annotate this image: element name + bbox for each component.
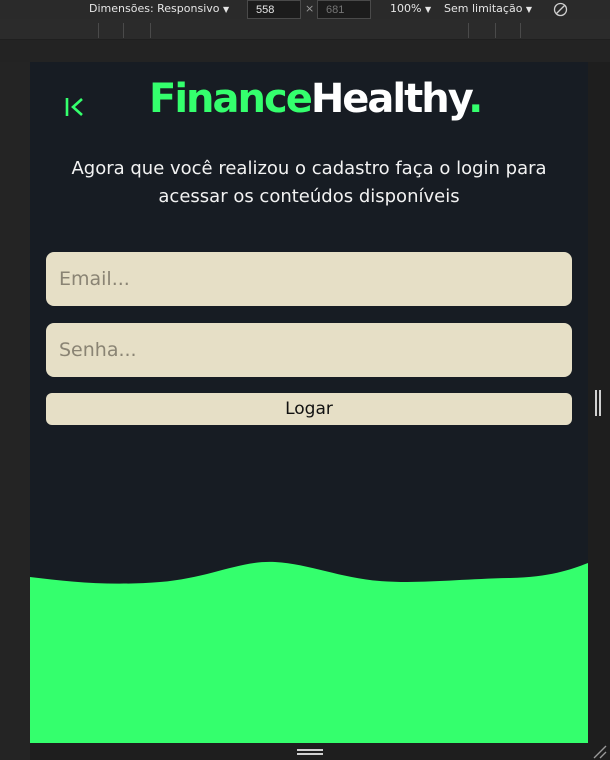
zoom-label: 100%: [390, 2, 422, 15]
ruler-tick: [520, 23, 521, 38]
width-input[interactable]: [247, 0, 301, 19]
logo-finance: Finance: [149, 76, 313, 122]
email-field[interactable]: [46, 252, 572, 306]
back-icon[interactable]: [64, 96, 86, 118]
vertical-resize-handle[interactable]: [595, 390, 601, 416]
logo-dot: .: [468, 76, 483, 122]
password-field[interactable]: [46, 323, 572, 377]
throttle-dropdown[interactable]: Sem limitação ▼: [444, 2, 532, 15]
ruler-tick: [123, 23, 124, 38]
horizontal-resize-handle[interactable]: [297, 749, 323, 755]
ruler-spacer: [0, 40, 610, 62]
logo-healthy: Healthy: [310, 76, 470, 122]
height-input[interactable]: [317, 0, 371, 19]
chevron-down-icon: ▼: [525, 5, 533, 14]
app-viewport: FinanceHealthy. Agora que você realizou …: [30, 62, 588, 743]
ruler-tick: [468, 23, 469, 38]
times-separator: ×: [305, 2, 315, 15]
devtools-toolbar: Dimensões: Responsivo ▼ × 100% ▼ Sem lim…: [0, 0, 610, 19]
page-subtitle: Agora que você realizou o cadastro faça …: [40, 155, 578, 211]
media-query-ruler: [0, 19, 610, 40]
ruler-tick: [98, 23, 99, 38]
rotate-icon[interactable]: [553, 2, 568, 17]
ruler-tick: [150, 23, 151, 38]
login-button[interactable]: Logar: [46, 393, 572, 425]
ruler-tick: [495, 23, 496, 38]
green-wave-decoration: [30, 561, 588, 743]
chevron-down-icon: ▼: [223, 5, 230, 14]
subtitle-line-1: Agora que você realizou o cadastro faça …: [71, 158, 547, 179]
zoom-dropdown[interactable]: 100% ▼: [390, 2, 431, 15]
logo: FinanceHealthy.: [149, 76, 483, 122]
dimensions-dropdown[interactable]: Dimensões: Responsivo ▼: [89, 2, 229, 15]
resize-handle-icon[interactable]: [591, 743, 607, 759]
subtitle-line-2: acessar os conteúdos disponíveis: [158, 186, 460, 207]
throttle-label: Sem limitação: [444, 2, 523, 15]
chevron-down-icon: ▼: [424, 5, 432, 14]
dimensions-label: Dimensões: Responsivo: [89, 2, 220, 15]
